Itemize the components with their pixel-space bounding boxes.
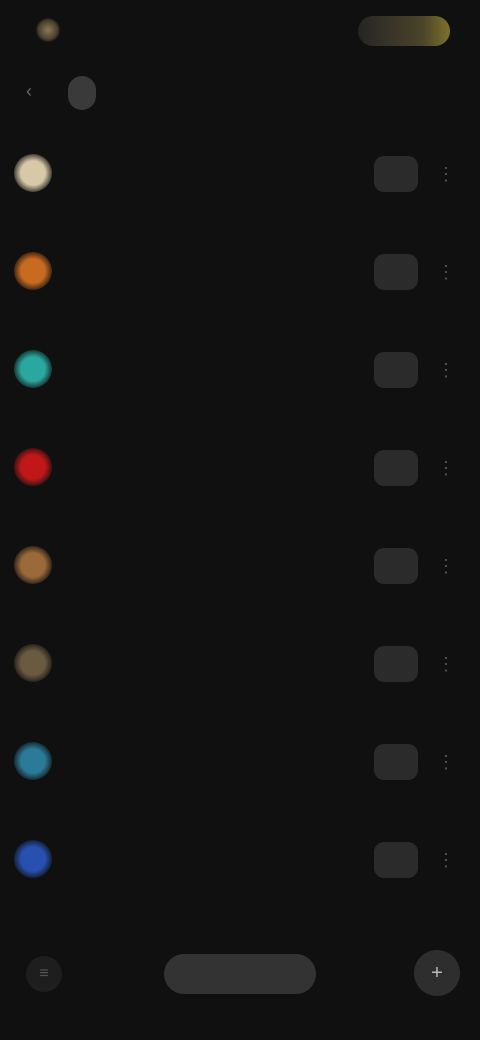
list-item[interactable]: ⋮ — [0, 518, 480, 616]
plus-icon[interactable]: + — [414, 950, 460, 996]
avatar — [14, 742, 52, 780]
more-icon[interactable]: ⋮ — [434, 456, 458, 480]
list-item[interactable]: ⋮ — [0, 616, 480, 714]
avatar — [14, 546, 52, 584]
list-item-action-button[interactable] — [374, 548, 418, 584]
avatar — [14, 350, 52, 388]
avatar — [14, 840, 52, 878]
top-right-label — [358, 16, 450, 30]
avatar — [14, 252, 52, 290]
more-icon[interactable]: ⋮ — [434, 358, 458, 382]
list-item-action-button[interactable] — [374, 744, 418, 780]
list-item[interactable]: ⋮ — [0, 420, 480, 518]
avatar — [14, 154, 52, 192]
more-icon[interactable]: ⋮ — [434, 848, 458, 872]
top-bar — [0, 0, 480, 64]
list-item-action-button[interactable] — [374, 156, 418, 192]
more-icon[interactable]: ⋮ — [434, 260, 458, 284]
top-right-button[interactable] — [358, 16, 450, 46]
list-item-action-button[interactable] — [374, 352, 418, 388]
more-icon[interactable]: ⋮ — [434, 750, 458, 774]
list-item-action-button[interactable] — [374, 646, 418, 682]
list-item[interactable]: ⋮ — [0, 714, 480, 812]
app-icon[interactable] — [36, 18, 60, 42]
more-icon[interactable]: ⋮ — [434, 652, 458, 676]
list-item[interactable]: ⋮ — [0, 224, 480, 322]
bottom-bar: ≡ + — [0, 930, 480, 1020]
menu-icon[interactable]: ≡ — [26, 956, 62, 992]
list-item-action-button[interactable] — [374, 842, 418, 878]
bottom-primary-button[interactable] — [164, 954, 316, 994]
item-list: ⋮ ⋮ ⋮ ⋮ ⋮ ⋮ ⋮ ⋮ — [0, 126, 480, 910]
list-item-action-button[interactable] — [374, 450, 418, 486]
list-item-action-button[interactable] — [374, 254, 418, 290]
page-title — [68, 76, 96, 110]
list-item[interactable]: ⋮ — [0, 812, 480, 910]
back-icon[interactable]: ‹ — [26, 82, 44, 100]
avatar — [14, 448, 52, 486]
more-icon[interactable]: ⋮ — [434, 162, 458, 186]
list-item[interactable]: ⋮ — [0, 322, 480, 420]
more-icon[interactable]: ⋮ — [434, 554, 458, 578]
list-item[interactable]: ⋮ — [0, 126, 480, 224]
avatar — [14, 644, 52, 682]
